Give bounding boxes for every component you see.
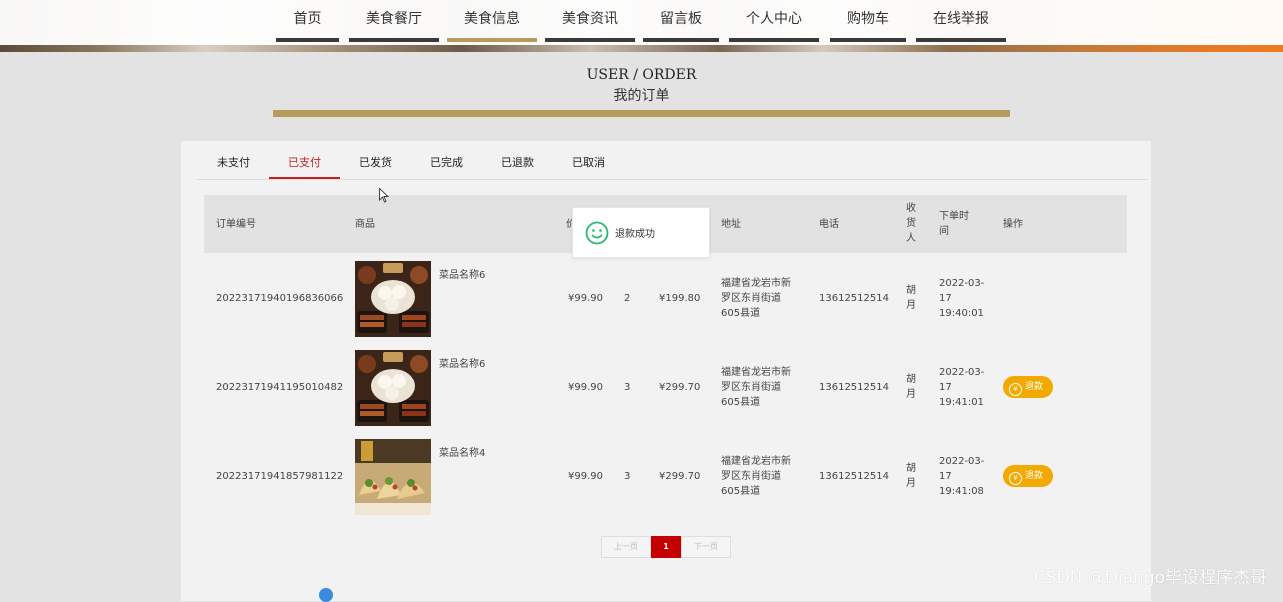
product-image[interactable] (355, 261, 431, 337)
refund-label: 退款 (1025, 471, 1044, 481)
unit-price: ¥99.90 (568, 382, 603, 393)
refund-button[interactable]: ¥ 退款 (1003, 376, 1053, 398)
receiver: 胡月 (906, 374, 916, 400)
phone: 13612512514 (819, 471, 889, 482)
nav-item-7[interactable]: 在线举报 (916, 0, 1006, 42)
receiver: 胡月 (906, 463, 916, 489)
table-row: 20223171941195010482 菜品名称6 ¥99.90 3 ¥299.70 福… (204, 343, 1127, 432)
nav-item-1[interactable]: 美食餐厅 (349, 0, 439, 42)
order-number: 20223171941195010482 (216, 382, 344, 393)
tab-status-4[interactable]: 已退款 (482, 141, 553, 178)
title-divider (273, 110, 1010, 117)
page-title-en: USER / ORDER (586, 67, 697, 83)
table-row: 20223171941857981122 菜品名称4 ¥99.90 3 ¥299.70 福… (204, 432, 1127, 521)
receiver: 胡月 (906, 285, 916, 311)
total-price: ¥299.70 (659, 471, 701, 482)
watermark: CSDN @Django毕设程序杰哥 (1033, 568, 1267, 588)
quantity: 3 (624, 382, 631, 393)
tab-status-2[interactable]: 已发货 (340, 141, 411, 178)
product-name[interactable]: 菜品名称6 (439, 268, 485, 283)
nav-item-3[interactable]: 美食资讯 (545, 0, 635, 42)
tab-status-3[interactable]: 已完成 (411, 141, 482, 178)
nav-item-5[interactable]: 个人中心 (729, 0, 819, 42)
quantity: 2 (624, 293, 631, 304)
product-image[interactable] (355, 350, 431, 426)
product-name[interactable]: 菜品名称6 (439, 357, 485, 372)
refund-success-toast: 退款成功 (572, 207, 710, 258)
nav-item-2[interactable]: 美食信息 (447, 0, 537, 42)
floating-dot-icon (319, 588, 333, 602)
order-number: 20223171941857981122 (216, 471, 344, 482)
total-price: ¥299.70 (659, 382, 701, 393)
yen-icon: ¥ (1009, 472, 1022, 485)
col-action: 操作 (1003, 219, 1023, 230)
main-nav: 首页 美食餐厅 美食信息 美食资讯 留言板 个人中心 购物车 在线举报 (0, 0, 1283, 45)
phone: 13612512514 (819, 382, 889, 393)
tab-status-0[interactable]: 未支付 (198, 141, 269, 178)
refund-button[interactable]: ¥ 退款 (1003, 465, 1053, 487)
table-row: 20223171940196836066 菜品名称6 ¥99.90 2 ¥199.80 福… (204, 254, 1127, 343)
address: 福建省龙岩市新罗区东肖街道605县道 (721, 456, 791, 497)
nav-item-0[interactable]: 首页 (276, 0, 339, 42)
product-name[interactable]: 菜品名称4 (439, 446, 485, 461)
nav-item-4[interactable]: 留言板 (643, 0, 719, 42)
address: 福建省龙岩市新罗区东肖街道605县道 (721, 367, 791, 408)
yen-icon: ¥ (1009, 383, 1022, 396)
col-phone: 电话 (819, 219, 839, 230)
page-1-button[interactable]: 1 (651, 536, 681, 558)
order-time: 2022-03-17 19:41:08 (939, 456, 985, 497)
unit-price: ¥99.90 (568, 293, 603, 304)
phone: 13612512514 (819, 293, 889, 304)
product-image[interactable] (355, 439, 431, 515)
col-receiver: 收货人 (906, 203, 916, 244)
unit-price: ¥99.90 (568, 471, 603, 482)
page-title: 我的订单 (613, 88, 670, 104)
tab-status-5[interactable]: 已取消 (553, 141, 624, 178)
toast-message: 退款成功 (615, 229, 655, 240)
tab-status-1[interactable]: 已支付 (269, 141, 340, 179)
order-number: 20223171940196836066 (216, 293, 344, 304)
col-order-time: 下单时间 (939, 211, 969, 237)
address: 福建省龙岩市新罗区东肖街道605县道 (721, 278, 791, 319)
order-time: 2022-03-17 19:40:01 (939, 278, 985, 319)
smile-icon (585, 221, 609, 245)
col-address: 地址 (721, 219, 741, 230)
col-order-no: 订单编号 (216, 219, 256, 230)
next-page-button[interactable]: 下一页 (681, 536, 731, 558)
order-status-tabs: 未支付 已支付 已发货 已完成 已退款 已取消 (197, 141, 1147, 180)
order-time: 2022-03-17 19:41:01 (939, 367, 985, 408)
mouse-cursor-icon (379, 188, 389, 203)
col-product: 商品 (355, 219, 375, 230)
prev-page-button[interactable]: 上一页 (601, 536, 651, 558)
quantity: 3 (624, 471, 631, 482)
total-price: ¥199.80 (659, 293, 701, 304)
nav-item-6[interactable]: 购物车 (830, 0, 906, 42)
refund-label: 退款 (1025, 382, 1044, 392)
